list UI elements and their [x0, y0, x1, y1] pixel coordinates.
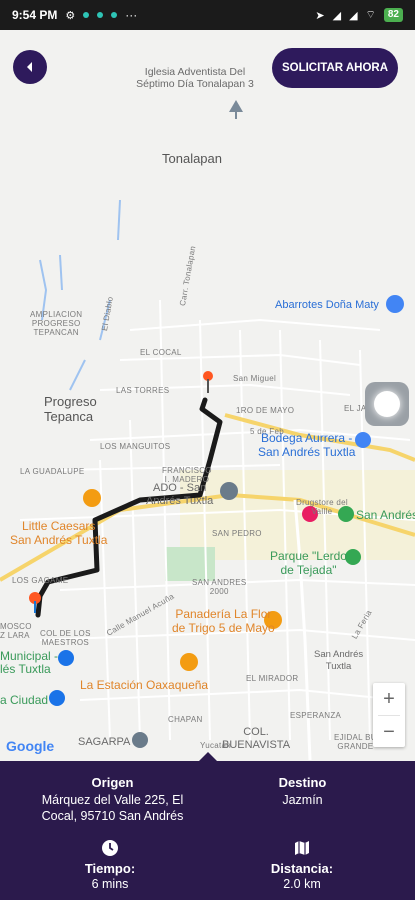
river — [59, 254, 63, 291]
city-poi-icon — [49, 690, 65, 706]
poi-label: Abarrotes Doña Maty — [275, 299, 379, 311]
area-label: COL DE LOS MAESTROS — [40, 629, 91, 647]
poi-label: San Andrés — [356, 508, 415, 522]
poi-label: Iglesia Adventista Del Séptimo Día Tonal… — [136, 66, 254, 90]
municipal-poi-icon — [58, 650, 74, 666]
area-label: 1RO DE MAYO — [236, 406, 295, 415]
map-icon — [252, 839, 352, 857]
notification-dot-icon — [111, 12, 118, 18]
destination-value: Jazmín — [282, 793, 323, 807]
poi-label: a Ciudad — [0, 693, 49, 707]
destination-pin-icon — [203, 371, 213, 393]
trip-info-panel: Origen Márquez del Valle 225, El Cocal, … — [0, 761, 415, 900]
park-poi-icon — [345, 549, 361, 565]
area-label: SAN ANDRES 2000 — [192, 578, 247, 596]
signal-icon: ◢ — [332, 9, 342, 22]
map-view[interactable]: Iglesia Adventista Del Séptimo Día Tonal… — [0, 30, 415, 761]
poi-label: Little Caesars San Andrés Tuxtla — [10, 519, 108, 547]
zoom-out-button[interactable]: − — [373, 716, 405, 748]
poi-label: La Estación Oaxaqueña — [80, 678, 209, 692]
area-label: AMPLIACION PROGRESO TEPANCAN — [30, 310, 83, 337]
poi-label: Parque "Lerdo de Tejada" — [270, 549, 347, 577]
distance-value: 2.0 km — [283, 877, 321, 891]
clock-icon — [60, 839, 160, 857]
notification-dot-icon — [97, 12, 104, 18]
area-label: MOSCO Z LARA — [0, 622, 32, 640]
google-logo-text: Google — [6, 738, 55, 754]
poi-label: San Andrés Tuxtla — [314, 649, 364, 672]
area-label: LAS TORRES — [116, 386, 170, 395]
my-location-button[interactable] — [365, 382, 409, 426]
poi-label: SAGARPA — [78, 736, 131, 748]
time-title: Tiempo: — [84, 861, 136, 876]
zoom-control: + − — [373, 683, 405, 747]
google-logo: Google — [6, 738, 54, 754]
origin-value: Márquez del Valle 225, El Cocal, 95710 S… — [41, 793, 184, 823]
notification-dot-icon — [83, 12, 90, 18]
park-area — [165, 547, 215, 581]
location-icon: ➤ — [315, 9, 325, 22]
area-label: ESPERANZA — [290, 711, 342, 720]
signal-icon: ◢ — [349, 9, 358, 22]
river — [117, 199, 121, 241]
zoom-in-button[interactable]: + — [373, 683, 405, 715]
government-poi-icon — [132, 732, 148, 748]
church-poi-icon — [229, 100, 243, 119]
restaurant-poi-icon — [83, 489, 101, 507]
destination-title: Destino — [278, 775, 327, 790]
store-poi-icon — [355, 432, 371, 448]
area-label: EL MIRADOR — [246, 674, 299, 683]
battery-badge: 82 — [383, 8, 403, 22]
area-label: COL. BUENAVISTA — [222, 726, 291, 751]
poi-label: ADO - San Andrés Tuxtla — [146, 482, 214, 507]
area-label: LOS MANGUITOS — [100, 442, 171, 451]
time-section: Tiempo: 6 mins — [60, 839, 160, 892]
status-time: 9:54 PM — [12, 8, 58, 22]
poi-label: Municipal - lés Tuxtla — [0, 649, 59, 676]
area-label: San Miguel — [233, 374, 277, 383]
origin-section: Origen Márquez del Valle 225, El Cocal, … — [20, 775, 205, 824]
origin-title: Origen — [91, 775, 134, 790]
poi-label: Panadería La Flor de Trigo 5 de Mayo — [172, 607, 275, 635]
area-label: LA GUADALUPE — [20, 467, 85, 476]
time-value: 6 mins — [91, 877, 129, 891]
poi-label: Drugstore del Vallle — [296, 498, 348, 516]
town-label: Tonalapan — [162, 151, 222, 166]
restaurant-poi-icon — [180, 653, 198, 671]
river — [69, 359, 86, 391]
store-poi-icon — [386, 295, 404, 313]
area-label: CHAPAN — [168, 715, 203, 724]
area-label: LOS GAGAME — [12, 576, 69, 585]
request-now-button[interactable]: SOLICITAR AHORA — [272, 48, 398, 88]
status-bar: 9:54 PM ⚙ ··· ➤ ◢ ◢ ⌔ 82 — [0, 0, 415, 30]
area-label: EJIDAL BU GRANDE — [334, 733, 377, 751]
distance-section: Distancia: 2.0 km — [252, 839, 352, 892]
more-notifications-icon: ··· — [125, 8, 138, 22]
distance-title: Distancia: — [270, 861, 334, 876]
settings-icon: ⚙ — [65, 9, 76, 22]
my-location-icon — [374, 391, 400, 417]
road-label: Yucatán — [200, 741, 232, 750]
area-label: SAN PEDRO — [212, 529, 262, 538]
poi-label: Bodega Aurrera - San Andrés Tuxtla — [258, 431, 356, 459]
wifi-icon: ⌔ — [365, 9, 376, 21]
area-label: EL COCAL — [140, 348, 182, 357]
bus-poi-icon — [220, 482, 238, 500]
destination-section: Destino Jazmín — [230, 775, 375, 808]
back-button[interactable] — [13, 50, 47, 84]
chevron-left-icon — [27, 62, 32, 72]
town-label: Progreso Tepanca — [44, 394, 97, 424]
